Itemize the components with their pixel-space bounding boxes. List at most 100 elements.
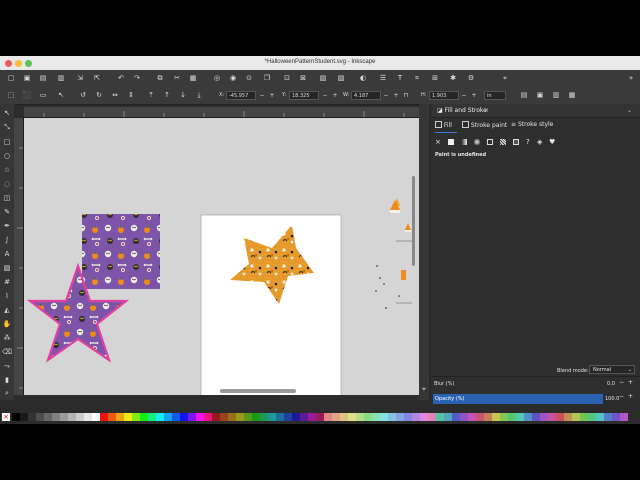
selector-tool-icon[interactable]: ↖ bbox=[2, 108, 12, 118]
color-swatch[interactable] bbox=[204, 413, 212, 421]
color-swatch[interactable] bbox=[12, 413, 20, 421]
horizontal-scrollbar[interactable] bbox=[220, 389, 296, 393]
node-tool-icon[interactable]: ⤡ bbox=[2, 122, 12, 132]
color-swatch[interactable] bbox=[604, 413, 612, 421]
color-swatch[interactable] bbox=[196, 413, 204, 421]
mesh-gradient-icon[interactable] bbox=[487, 139, 493, 145]
color-swatch[interactable] bbox=[372, 413, 380, 421]
fill-stroke-dialog-tab[interactable]: ◪ Fill and Stroke bbox=[437, 107, 487, 114]
pattern-icon[interactable] bbox=[500, 139, 506, 145]
rotate-cw-icon[interactable]: ↻ bbox=[94, 90, 104, 100]
connector-tool-icon[interactable]: ⤳ bbox=[2, 361, 12, 371]
color-swatch[interactable] bbox=[444, 413, 452, 421]
measure-tool-icon[interactable]: ▮ bbox=[2, 375, 12, 385]
color-swatch[interactable] bbox=[124, 413, 132, 421]
vertical-scrollbar[interactable] bbox=[412, 176, 415, 266]
export-icon[interactable]: ⇱ bbox=[92, 73, 102, 83]
vertical-ruler[interactable] bbox=[14, 118, 24, 395]
redo-icon[interactable]: ↷ bbox=[132, 73, 142, 83]
dropper-tool-icon[interactable]: ⌇ bbox=[2, 291, 12, 301]
opacity-value[interactable]: 100.0 bbox=[605, 396, 619, 402]
color-swatch[interactable] bbox=[260, 413, 268, 421]
x-increment-icon[interactable]: + bbox=[268, 91, 276, 99]
color-swatch[interactable] bbox=[380, 413, 388, 421]
w-decrement-icon[interactable]: − bbox=[382, 91, 390, 99]
h-field[interactable]: 1.903 bbox=[429, 91, 459, 100]
color-swatch[interactable] bbox=[396, 413, 404, 421]
deselect-icon[interactable]: ▭ bbox=[38, 90, 48, 100]
linear-gradient-icon[interactable] bbox=[461, 139, 467, 145]
color-swatch[interactable] bbox=[412, 413, 420, 421]
color-swatch[interactable] bbox=[404, 413, 412, 421]
pencil-tool-icon[interactable]: ✎ bbox=[2, 207, 12, 217]
color-swatch[interactable] bbox=[316, 413, 324, 421]
y-decrement-icon[interactable]: − bbox=[321, 91, 329, 99]
color-swatch[interactable] bbox=[476, 413, 484, 421]
duplicate-icon[interactable]: ❐ bbox=[262, 73, 272, 83]
color-swatch[interactable] bbox=[148, 413, 156, 421]
w-increment-icon[interactable]: + bbox=[392, 91, 400, 99]
h-decrement-icon[interactable]: − bbox=[460, 91, 468, 99]
color-swatch[interactable] bbox=[164, 413, 172, 421]
tab-stroke-paint[interactable]: Stroke paint bbox=[462, 121, 507, 131]
tab-fill[interactable]: Fill bbox=[435, 121, 452, 131]
color-swatch[interactable] bbox=[540, 413, 548, 421]
color-swatch[interactable] bbox=[460, 413, 468, 421]
rectangle-tool-icon[interactable]: □ bbox=[2, 137, 12, 147]
color-swatch[interactable] bbox=[268, 413, 276, 421]
color-swatch[interactable] bbox=[564, 413, 572, 421]
color-swatch[interactable] bbox=[100, 413, 108, 421]
color-swatch[interactable] bbox=[28, 413, 36, 421]
x-field[interactable]: -45.957 bbox=[226, 91, 256, 100]
flip-vertical-icon[interactable]: ⇕ bbox=[126, 90, 136, 100]
zoom-icon[interactable]: ◎ bbox=[212, 73, 222, 83]
color-swatch[interactable] bbox=[580, 413, 588, 421]
color-swatch[interactable] bbox=[468, 413, 476, 421]
move-patterns-icon[interactable]: ▦ bbox=[567, 90, 577, 100]
color-swatch[interactable] bbox=[92, 413, 100, 421]
color-swatch[interactable] bbox=[292, 413, 300, 421]
radial-gradient-icon[interactable] bbox=[474, 139, 480, 145]
blur-decrement-icon[interactable]: − bbox=[619, 379, 624, 386]
y-increment-icon[interactable]: + bbox=[331, 91, 339, 99]
blur-value[interactable]: 0.0 bbox=[607, 381, 615, 387]
color-swatch[interactable] bbox=[36, 413, 44, 421]
h-increment-icon[interactable]: + bbox=[470, 91, 478, 99]
zoom-page-icon[interactable]: ⊙ bbox=[244, 73, 254, 83]
copy-icon[interactable]: ⧉ bbox=[155, 73, 165, 83]
symbols-icon[interactable]: ✱ bbox=[448, 73, 458, 83]
xml-editor-icon[interactable]: ⌗ bbox=[412, 73, 422, 83]
group-icon[interactable]: ▨ bbox=[318, 73, 328, 83]
drawing-canvas[interactable] bbox=[24, 118, 419, 395]
layers-icon[interactable]: ☰ bbox=[378, 73, 388, 83]
close-icon[interactable]: × bbox=[484, 107, 489, 114]
fill-rule-nonzero-icon[interactable]: ♥ bbox=[549, 138, 555, 146]
blend-mode-select[interactable]: Normal ⌄ bbox=[589, 365, 635, 374]
cut-icon[interactable]: ✂ bbox=[172, 73, 182, 83]
color-swatch[interactable] bbox=[340, 413, 348, 421]
color-swatch[interactable] bbox=[284, 413, 292, 421]
color-swatch[interactable] bbox=[84, 413, 92, 421]
color-swatch[interactable] bbox=[356, 413, 364, 421]
mesh-tool-icon[interactable]: # bbox=[2, 277, 12, 287]
color-swatch[interactable] bbox=[308, 413, 316, 421]
color-swatch[interactable] bbox=[180, 413, 188, 421]
swatch-icon[interactable] bbox=[513, 139, 519, 145]
horizontal-ruler[interactable] bbox=[24, 107, 419, 118]
color-swatch[interactable] bbox=[228, 413, 236, 421]
opacity-increment-icon[interactable]: + bbox=[628, 393, 633, 400]
box3d-tool-icon[interactable]: ◫ bbox=[2, 193, 12, 203]
color-swatch[interactable] bbox=[612, 413, 620, 421]
y-field[interactable]: 18.325 bbox=[289, 91, 319, 100]
undo-icon[interactable]: ↶ bbox=[116, 73, 126, 83]
align-icon[interactable]: ⊞ bbox=[430, 73, 440, 83]
paste-icon[interactable]: ▦ bbox=[188, 73, 198, 83]
color-swatch[interactable] bbox=[620, 413, 628, 421]
spiral-tool-icon[interactable]: ◌ bbox=[2, 179, 12, 189]
fill-rule-evenodd-icon[interactable]: ◈ bbox=[537, 138, 542, 146]
color-swatch[interactable] bbox=[44, 413, 52, 421]
color-swatch[interactable] bbox=[452, 413, 460, 421]
tab-stroke-style[interactable]: ≡ Stroke style bbox=[511, 121, 553, 131]
raise-icon[interactable]: ↑ bbox=[162, 90, 172, 100]
color-swatch[interactable] bbox=[132, 413, 140, 421]
